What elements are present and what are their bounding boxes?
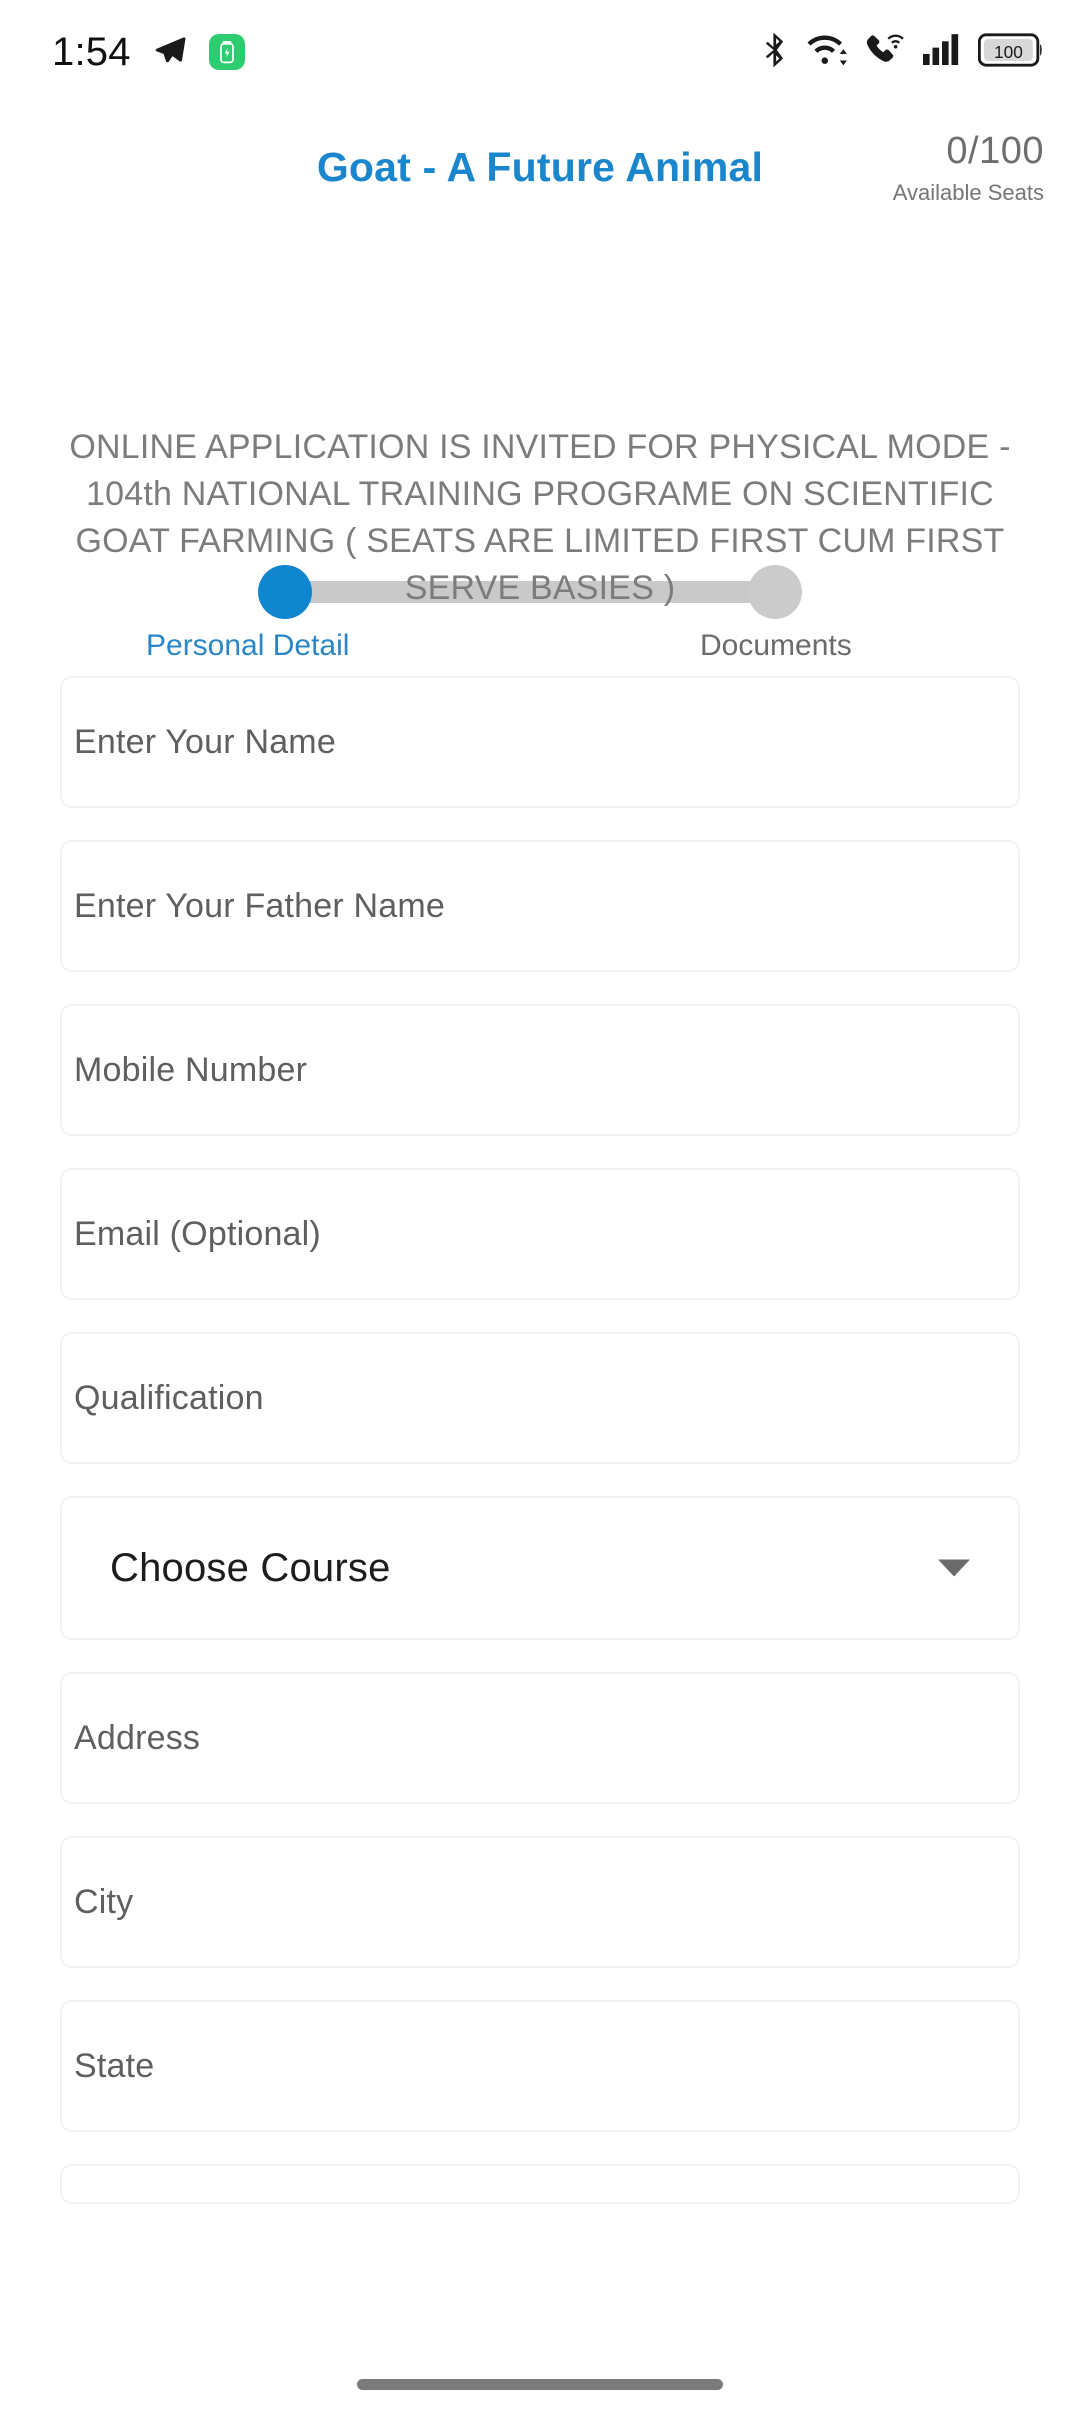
stepper-label-personal-detail[interactable]: Personal Detail [146, 629, 349, 663]
course-select[interactable]: Choose Course [60, 1496, 1020, 1640]
name-field-placeholder: Enter Your Name [74, 722, 336, 761]
email-field-placeholder: Email (Optional) [74, 1214, 321, 1253]
next-field-partial[interactable] [60, 2164, 1020, 2204]
status-bar-left: 1:54 [52, 30, 245, 75]
battery-icon: 100 [977, 32, 1044, 72]
address-field-placeholder: Address [74, 1718, 201, 1757]
battery-charging-badge-icon [208, 34, 245, 70]
mobile-field[interactable]: Mobile Number [60, 1004, 1020, 1136]
clock-label: 1:54 [52, 29, 131, 74]
course-select-value: Choose Course [110, 1545, 391, 1590]
announcement-text: ONLINE APPLICATION IS INVITED FOR PHYSIC… [69, 428, 1011, 607]
svg-text:100: 100 [994, 41, 1023, 61]
city-field-placeholder: City [74, 1882, 134, 1921]
city-field[interactable]: City [60, 1836, 1020, 1968]
wifi-icon [807, 32, 849, 73]
cellular-signal-icon [923, 33, 961, 72]
progress-stepper: Personal Detail Documents [0, 282, 1080, 662]
system-navigation-bar [0, 2348, 1080, 2412]
father-name-field-placeholder: Enter Your Father Name [74, 886, 446, 925]
status-bar-right: 100 [760, 31, 1044, 74]
page-header: Goat - A Future Animal 0/100 Available S… [0, 132, 1080, 222]
telegram-send-icon [153, 33, 187, 72]
home-gesture-pill[interactable] [357, 2379, 723, 2390]
status-bar: 1:54 100 [0, 0, 1080, 104]
address-field[interactable]: Address [60, 1672, 1020, 1804]
seats-label: Available Seats [892, 180, 1044, 205]
qualification-field[interactable]: Qualification [60, 1332, 1020, 1464]
chevron-down-icon[interactable] [938, 1559, 970, 1577]
available-seats-block: 0/100 Available Seats [893, 132, 1044, 204]
app-screen: 1:54 100 Goat - A Future Animal 0/100 Av… [0, 0, 1080, 2412]
qualification-field-placeholder: Qualification [74, 1378, 264, 1417]
stepper-label-documents[interactable]: Documents [700, 629, 852, 663]
state-field[interactable]: State [60, 2000, 1020, 2132]
state-field-placeholder: State [74, 2046, 155, 2085]
name-field[interactable]: Enter Your Name [60, 676, 1020, 808]
personal-detail-form: Enter Your Name Enter Your Father Name M… [60, 676, 1020, 2204]
email-field[interactable]: Email (Optional) [60, 1168, 1020, 1300]
bluetooth-icon [760, 31, 790, 74]
mobile-field-placeholder: Mobile Number [74, 1050, 308, 1089]
wifi-calling-icon [866, 32, 906, 73]
seats-count: 0/100 [946, 130, 1044, 172]
father-name-field[interactable]: Enter Your Father Name [60, 840, 1020, 972]
